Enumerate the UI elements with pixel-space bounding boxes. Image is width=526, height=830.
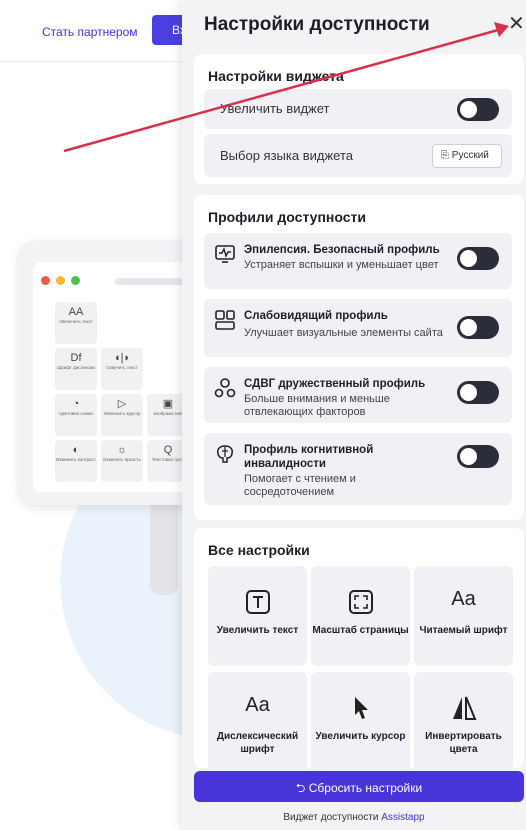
- page: { "site": { "partner_link": "Стать партн…: [0, 0, 526, 830]
- annotation-arrow: [63, 22, 509, 153]
